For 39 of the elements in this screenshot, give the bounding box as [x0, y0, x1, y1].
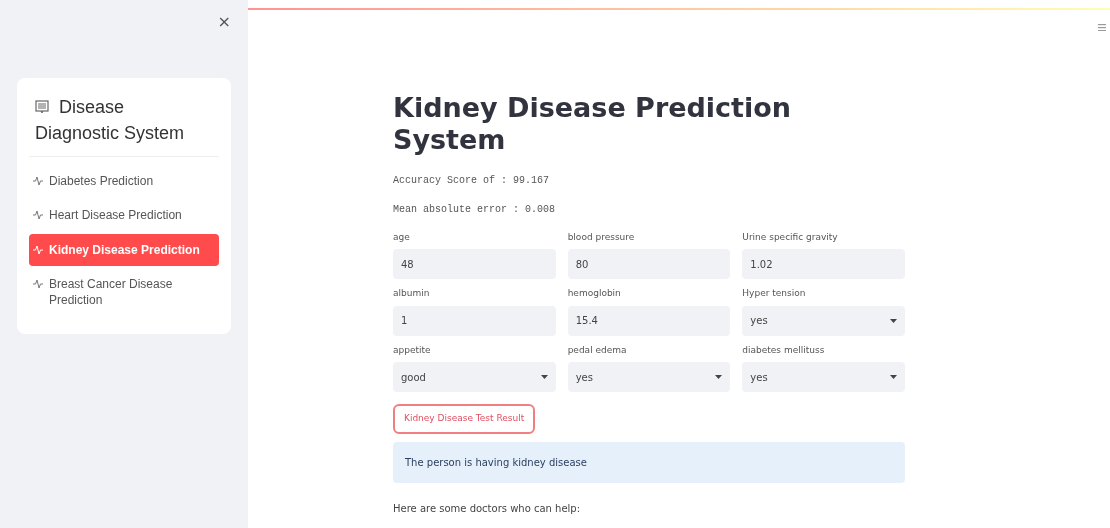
- result-message: The person is having kidney disease: [393, 441, 905, 483]
- sidebar-item[interactable]: Breast Cancer Disease Prediction: [29, 267, 219, 317]
- sidebar-item[interactable]: Heart Disease Prediction: [29, 199, 219, 232]
- page-title: Kidney Disease Prediction System: [393, 92, 793, 157]
- sidebar-item[interactable]: Diabetes Prediction: [29, 165, 219, 198]
- select-field[interactable]: yes: [567, 362, 731, 393]
- field-label: hemoglobin: [567, 287, 622, 301]
- metric-text: Accuracy Score of : 99.167: [393, 173, 551, 188]
- field-label: age: [393, 230, 411, 244]
- field-label: blood pressure: [567, 230, 636, 244]
- field-label: Hyper tension: [742, 287, 807, 301]
- test-result-button[interactable]: Kidney Disease Test Result: [393, 404, 536, 434]
- pulse-icon: [33, 244, 43, 255]
- menu-title: Disease Diagnostic System: [29, 94, 219, 158]
- doctors-text: Here are some doctors who can help:: [393, 501, 582, 516]
- metric-text: Mean absolute error : 0.008: [393, 202, 557, 217]
- field-label: appetite: [393, 343, 432, 357]
- select-field[interactable]: good: [393, 362, 556, 393]
- field-label: Urine specific gravity: [742, 230, 839, 244]
- field-label: diabetes mellituss: [742, 343, 826, 357]
- input-field[interactable]: 1: [393, 305, 556, 336]
- input-field[interactable]: 1.02: [742, 249, 905, 280]
- caret-icon: [890, 318, 897, 323]
- select-field[interactable]: yes: [742, 362, 905, 393]
- menu-icon[interactable]: [1098, 24, 1106, 31]
- input-field[interactable]: 48: [393, 249, 556, 280]
- input-field[interactable]: 80: [567, 249, 731, 280]
- pulse-icon: [33, 210, 43, 221]
- caret-icon: [540, 375, 548, 380]
- caret-icon: [715, 375, 723, 380]
- close-button[interactable]: ×: [217, 14, 231, 30]
- field-label: pedal edema: [567, 343, 628, 357]
- input-field[interactable]: 15.4: [567, 305, 731, 336]
- caret-icon: [890, 375, 897, 380]
- field-label: albumin: [393, 287, 431, 301]
- select-field[interactable]: yes: [742, 305, 905, 336]
- pulse-icon: [33, 176, 43, 187]
- document-icon: [35, 100, 49, 114]
- pulse-icon: [33, 278, 43, 289]
